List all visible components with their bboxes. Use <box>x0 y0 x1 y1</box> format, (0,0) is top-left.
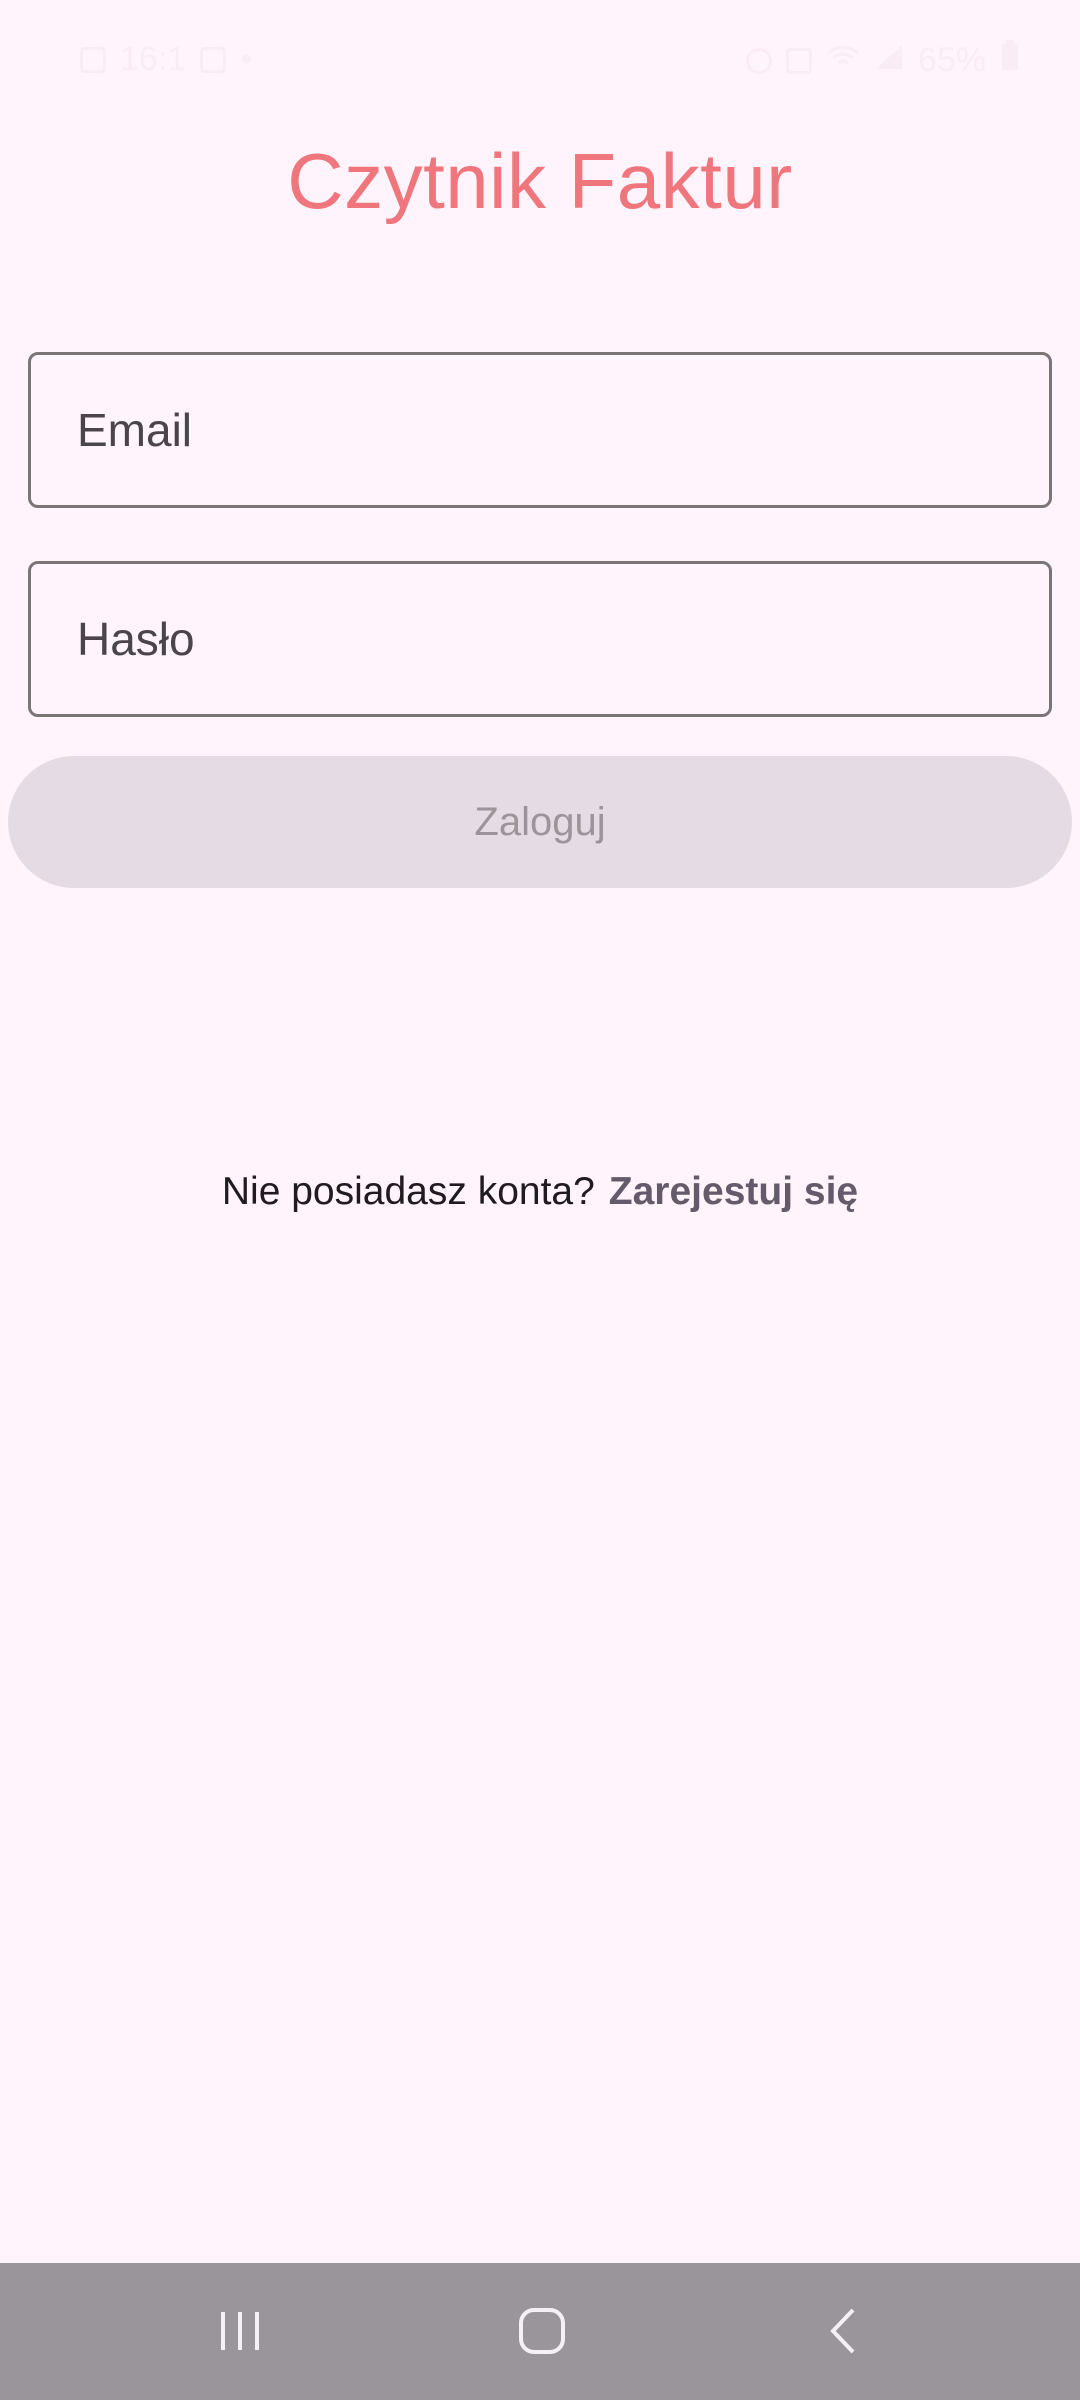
register-row: Nie posiadasz konta? Zarejestuj się <box>0 1170 1080 1214</box>
battery-icon <box>1000 40 1020 81</box>
battery-text: 65% <box>917 41 986 79</box>
status-left: 16:1 • <box>80 40 252 79</box>
app-title: Czytnik Faktur <box>287 137 793 225</box>
status-bar: 16:1 • 65% <box>0 0 1080 120</box>
login-button[interactable]: Zaloguj <box>8 756 1072 888</box>
mute-icon <box>785 47 812 74</box>
gallery-icon <box>80 46 106 73</box>
password-input[interactable] <box>75 611 1005 667</box>
notification-dot-icon: • <box>240 40 253 78</box>
status-time: 16:1 <box>120 40 187 78</box>
email-input[interactable] <box>75 402 1005 458</box>
back-button[interactable] <box>784 2291 904 2371</box>
home-icon <box>519 2308 565 2354</box>
alarm-icon <box>745 47 772 74</box>
media-icon <box>200 46 227 73</box>
email-field[interactable] <box>28 352 1052 508</box>
register-link[interactable]: Zarejestuj się <box>609 1170 858 1214</box>
register-prompt: Nie posiadasz konta? <box>221 1170 595 1213</box>
status-right: 65% <box>745 40 1020 81</box>
recents-button[interactable] <box>180 2291 300 2371</box>
home-button[interactable] <box>482 2291 602 2371</box>
password-field[interactable] <box>28 561 1052 717</box>
back-icon <box>830 2308 855 2354</box>
navigation-bar <box>0 2263 1080 2400</box>
wifi-icon <box>826 41 860 80</box>
recents-icon <box>221 2312 259 2350</box>
signal-icon <box>874 41 904 80</box>
